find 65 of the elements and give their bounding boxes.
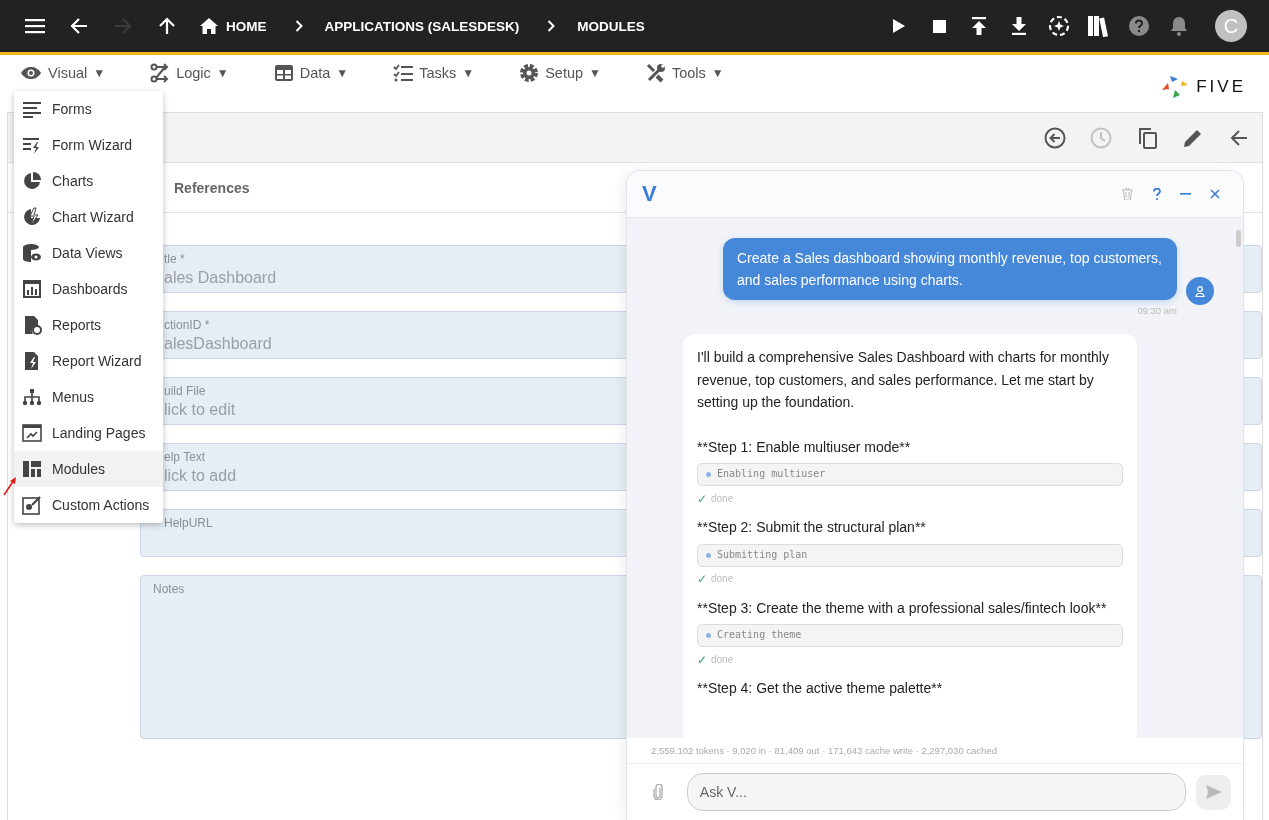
breadcrumb-link[interactable]: MODULES bbox=[577, 18, 645, 34]
assistant-logo: V bbox=[642, 181, 657, 207]
dropdown-item[interactable]: Reports bbox=[14, 307, 163, 343]
tool-call-box: Enabling multiuser bbox=[697, 463, 1123, 486]
settings-icon bbox=[519, 63, 540, 83]
home-icon bbox=[200, 18, 218, 34]
five-logo: FIVE bbox=[1160, 73, 1246, 100]
dropdown-item[interactable]: Form Wizard bbox=[14, 127, 163, 163]
paperclip-icon[interactable] bbox=[651, 784, 665, 800]
tools-icon bbox=[646, 63, 666, 83]
document-chart-icon bbox=[22, 315, 42, 335]
user-message: Create a Sales dashboard showing monthly revenue, top customers, and sales performance using charts. bbox=[723, 238, 1177, 300]
dropdown-item[interactable]: Menus bbox=[14, 379, 163, 415]
lines-bolt-icon bbox=[22, 135, 42, 155]
grid-layout-icon bbox=[22, 459, 42, 479]
menu-item[interactable]: Visual ▼ bbox=[20, 63, 106, 83]
eye-icon bbox=[20, 66, 42, 80]
back-circle-icon[interactable] bbox=[1043, 125, 1067, 150]
status-text: done bbox=[711, 652, 734, 667]
dropdown-item[interactable]: Dashboards bbox=[14, 271, 163, 307]
status-text: done bbox=[711, 572, 734, 587]
annotation-arrow-icon bbox=[3, 476, 17, 496]
chat-input[interactable]: Ask V... bbox=[686, 773, 1187, 811]
step-heading: **Step 2: Submit the structural plan** bbox=[697, 518, 927, 537]
help-icon[interactable] bbox=[1126, 15, 1152, 37]
status-text: done bbox=[711, 491, 734, 506]
window-chart-icon bbox=[22, 423, 42, 443]
hierarchy-icon bbox=[22, 387, 42, 407]
dropdown-item[interactable]: Custom Actions bbox=[14, 487, 163, 523]
database-eye-icon bbox=[22, 243, 42, 263]
menu-item[interactable]: Tasks ▼ bbox=[393, 63, 475, 83]
dropdown-item[interactable]: Data Views bbox=[14, 235, 163, 271]
check-mark: ✓ bbox=[697, 571, 707, 589]
chevron-right-icon bbox=[294, 20, 303, 32]
check-mark: ✓ bbox=[697, 490, 707, 508]
step-heading: **Step 3: Create the theme with a professional sales/fintech look** bbox=[697, 598, 1108, 618]
check-mark: ✓ bbox=[697, 651, 707, 669]
menu-item[interactable]: Tools ▼ bbox=[646, 63, 724, 83]
flow-icon bbox=[150, 63, 171, 83]
step-heading: **Step 4: Get the active theme palette** bbox=[697, 679, 944, 698]
checklist-icon bbox=[393, 64, 414, 82]
dropdown-item[interactable]: Forms bbox=[14, 91, 163, 127]
ai-sync-icon[interactable] bbox=[1046, 15, 1072, 37]
menu-item[interactable]: Data ▼ bbox=[273, 63, 349, 83]
message-text: I'll build a comprehensive Sales Dashboard with charts for monthly revenue, top customers, and sales performance. Let me start by setting up the foundation. bbox=[697, 348, 1110, 412]
pencil-gear-icon bbox=[22, 495, 42, 515]
dropdown-item[interactable]: Landing Pages bbox=[14, 415, 163, 451]
menu-item[interactable]: Setup ▼ bbox=[519, 63, 601, 83]
breadcrumb-link[interactable]: APPLICATIONS (SALESDESK) bbox=[324, 18, 520, 34]
user-avatar-icon bbox=[1186, 277, 1214, 305]
pie-chart-icon bbox=[22, 171, 42, 191]
tool-call-box: Creating theme bbox=[697, 624, 1123, 647]
lines-icon bbox=[22, 99, 42, 119]
dropdown-item[interactable]: Modules bbox=[14, 451, 163, 487]
pie-bolt-icon bbox=[22, 207, 42, 227]
tool-call-box: Submitting plan bbox=[697, 543, 1123, 567]
send-icon bbox=[1205, 785, 1222, 799]
chevron-right-icon bbox=[547, 20, 556, 32]
dropdown-item[interactable]: Report Wizard bbox=[14, 343, 163, 379]
bar-chart-icon bbox=[22, 279, 42, 299]
table-icon bbox=[273, 64, 294, 82]
step-heading: **Step 1: Enable multiuser mode** bbox=[697, 437, 912, 457]
token-usage: 2,559,102 tokens · 9,020 in · 81,409 out · 171,643 cache write · 2,297,030 cached bbox=[627, 738, 1243, 764]
breadcrumb-link[interactable]: HOME bbox=[200, 18, 267, 34]
menu-item[interactable]: Logic ▼ bbox=[150, 63, 229, 83]
